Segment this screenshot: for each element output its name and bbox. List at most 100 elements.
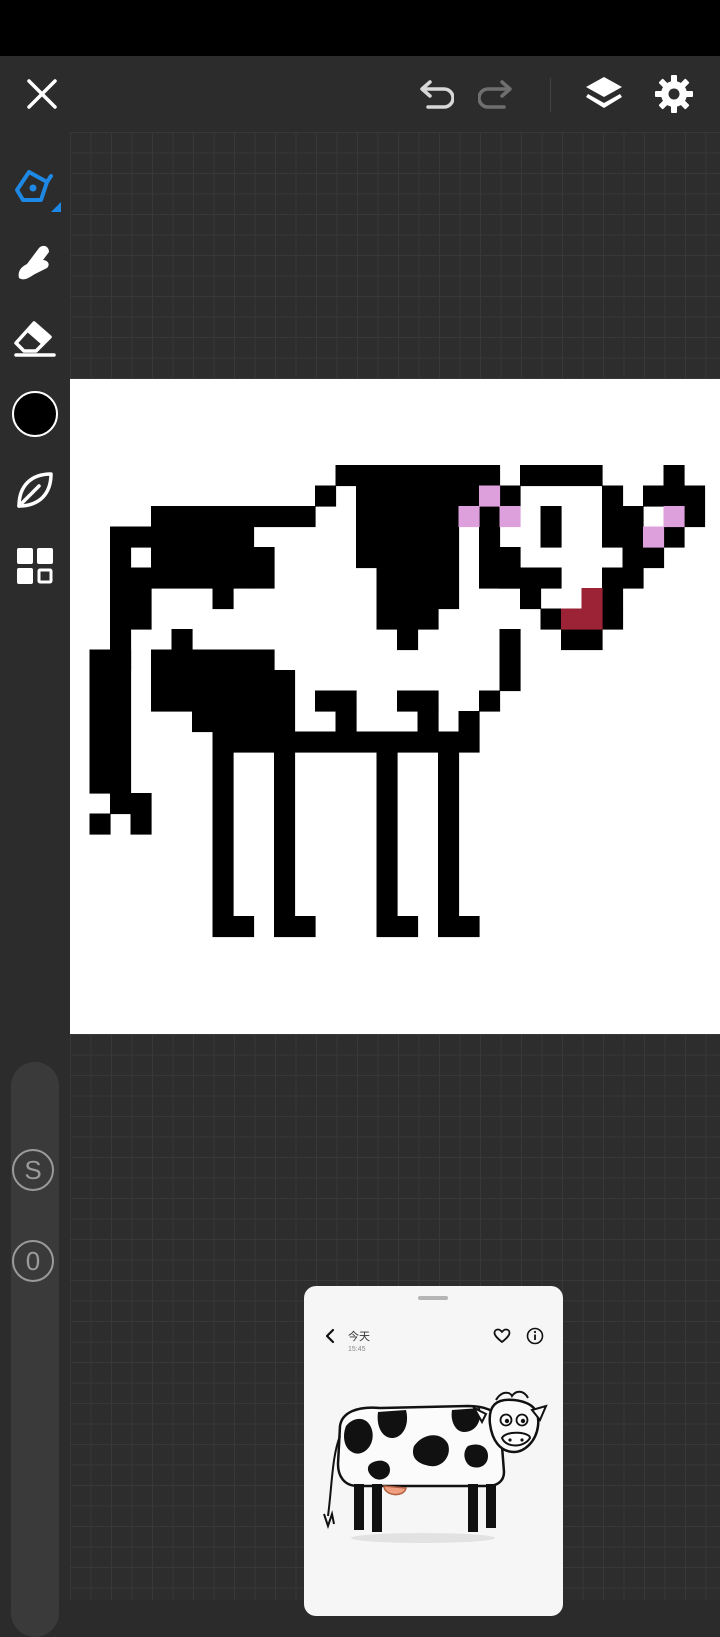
color-picker-button[interactable] [7,386,63,442]
pixel-block [602,567,644,589]
pixel-block [212,752,234,917]
redo-icon [478,80,512,109]
heart-icon [493,1328,511,1343]
pixel-cow-drawing [89,465,706,938]
pixel-block [274,670,296,733]
eraser-tool-button[interactable] [7,310,63,366]
smudge-icon [18,245,49,280]
pixel-block [151,526,255,589]
pixel-block [438,916,480,938]
chevron-left-icon [325,1328,335,1344]
status-bar [0,0,720,56]
pixel-block [274,916,316,938]
pixel-block [171,629,193,651]
drag-handle[interactable] [418,1296,448,1300]
pixel-block [253,547,275,589]
pixel-block [663,526,685,548]
pixel-block [356,485,480,507]
pixel-block [397,690,439,712]
pixel-block [561,608,603,630]
toolbar-divider [550,78,551,112]
pixel-block [130,567,152,630]
pixel-block [540,608,562,630]
reference-image-panel[interactable]: 今天 15:45 [304,1286,563,1616]
undo-button[interactable] [410,70,458,118]
pixel-block [643,485,706,507]
reference-time: 15:45 [348,1346,366,1353]
pixel-block [212,731,460,753]
pixel-block [376,608,439,630]
pixel-block [602,608,624,630]
pixel-block [110,793,132,815]
pixel-block [520,567,562,589]
pixel-block [212,916,255,938]
reference-title: 今天 [348,1331,370,1343]
layers-button[interactable] [578,68,630,120]
pixel-block [110,526,152,548]
brush-library-button[interactable] [7,462,63,518]
opacity-label: 0 [25,1245,41,1276]
pixel-block [499,485,521,507]
pixel-block [602,588,624,610]
pen-tool-button[interactable] [7,158,63,214]
pixel-block [643,547,665,569]
pixel-block [520,465,603,487]
opacity-badge[interactable]: 0 [12,1240,54,1282]
pixel-block [438,752,460,917]
pixel-block [479,485,501,507]
pixel-block [397,629,419,651]
pixel-block [458,506,480,528]
pixel-block [315,485,337,507]
pixel-block [663,506,685,528]
pixel-block [602,485,624,507]
pixel-block [151,506,316,528]
pixel-block [274,752,296,917]
settings-button[interactable] [648,68,700,120]
back-button[interactable] [318,1324,342,1348]
pixel-block [376,916,419,938]
smudge-tool-button[interactable] [7,234,63,290]
pixel-block [540,506,562,548]
pixel-block [561,629,603,651]
grid-icon [17,548,53,584]
leaf-icon [17,472,53,508]
favorite-button[interactable] [490,1324,514,1348]
more-tools-button[interactable] [7,538,63,594]
undo-icon [420,80,454,109]
stabilizer-badge[interactable]: S [12,1149,54,1191]
current-color-swatch [12,391,58,437]
info-button[interactable] [523,1324,547,1348]
pixel-block [151,649,275,712]
pixel-block [192,711,275,733]
pen-icon [15,170,61,212]
pixel-block [130,793,152,835]
pixel-block [458,711,480,753]
pixel-block [520,588,542,610]
pixel-block [643,526,665,548]
pixel-block [417,711,439,733]
pixel-block [376,567,460,610]
pixel-block [335,465,480,487]
pixel-block [356,506,460,569]
tool-sidebar: S 0 [0,132,70,1637]
pixel-block [89,649,132,794]
pixel-block [499,547,521,589]
pixel-block [581,588,603,610]
pixel-block [479,506,501,589]
redo-button[interactable] [474,70,522,118]
close-button[interactable] [18,70,66,118]
pixel-art-layer [89,465,706,938]
pixel-block [499,506,521,528]
pixel-block [602,506,624,548]
pixel-block [622,506,644,569]
pixel-block [376,752,398,917]
pixel-block [89,813,111,835]
pixel-block [479,690,501,712]
drawing-canvas[interactable] [70,379,720,1034]
pixel-block [684,506,706,528]
pixel-block [663,465,685,487]
gear-icon [655,75,693,113]
stabilizer-label: S [24,1154,42,1185]
pixel-block [212,588,234,610]
pixel-block [335,711,357,733]
